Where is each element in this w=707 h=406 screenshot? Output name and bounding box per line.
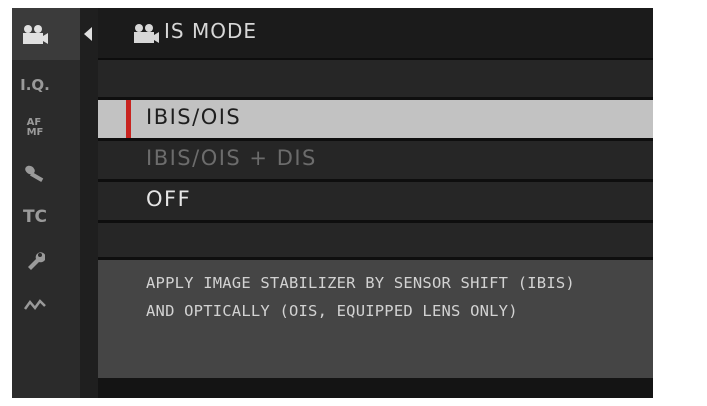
category-audio[interactable] <box>18 156 52 190</box>
empty-row <box>98 60 653 100</box>
title-bar: IS MODE <box>98 8 653 60</box>
movie-camera-icon <box>23 25 48 44</box>
category-timecode[interactable]: TC <box>18 200 52 234</box>
selection-marker <box>126 100 131 138</box>
af-mf-icon: AF MF <box>26 117 44 138</box>
description-line-1: APPLY IMAGE STABILIZER BY SENSOR SHIFT (… <box>146 274 575 292</box>
wrench-icon <box>28 252 45 270</box>
option-off[interactable]: OFF <box>98 182 653 223</box>
rail-divider <box>80 8 98 398</box>
option-label: IBIS/OIS <box>146 105 242 129</box>
connection-icon <box>24 299 46 311</box>
microphone-icon <box>25 165 44 182</box>
chevron-left-icon[interactable] <box>82 24 94 44</box>
option-ibis-ois-dis[interactable]: IBIS/OIS + DIS <box>98 141 653 182</box>
category-image-quality[interactable]: I.Q. <box>18 68 52 102</box>
empty-row <box>98 223 653 260</box>
image-quality-icon: I.Q. <box>20 76 50 94</box>
timecode-icon: TC <box>22 207 48 227</box>
category-setup[interactable] <box>18 243 52 277</box>
camera-menu-screen: I.Q. AF MF TC IS MODE IBIS/OIS IBIS/OIS … <box>12 8 653 398</box>
option-label: OFF <box>146 187 192 211</box>
option-label: IBIS/OIS + DIS <box>146 146 317 170</box>
menu-panel: IS MODE IBIS/OIS IBIS/OIS + DIS OFF APPL… <box>98 8 653 398</box>
category-af-mf[interactable]: AF MF <box>18 111 52 145</box>
menu-category-rail: I.Q. AF MF TC <box>12 8 80 398</box>
description-box: APPLY IMAGE STABILIZER BY SENSOR SHIFT (… <box>98 260 653 378</box>
movie-camera-icon <box>134 24 159 43</box>
description-line-2: AND OPTICALLY (OIS, EQUIPPED LENS ONLY) <box>146 302 518 320</box>
option-ibis-ois[interactable]: IBIS/OIS <box>98 100 653 141</box>
category-movie[interactable] <box>18 18 52 52</box>
page-title: IS MODE <box>164 19 257 43</box>
category-connection[interactable] <box>18 288 52 322</box>
